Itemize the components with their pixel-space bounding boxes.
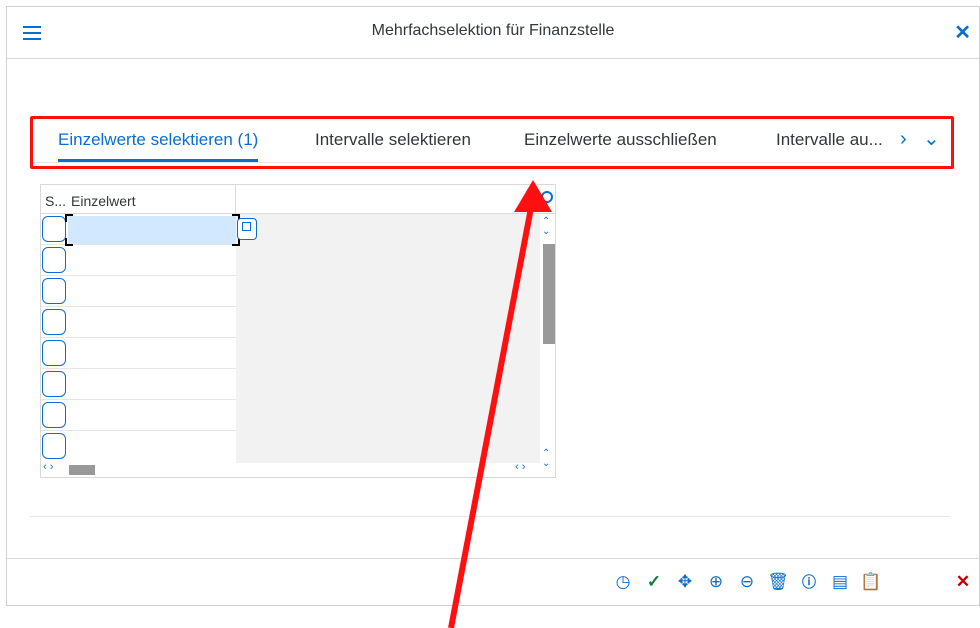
annotation-arrow [448, 180, 552, 628]
arrow-shaft [448, 207, 534, 628]
arrow-head [514, 180, 552, 212]
